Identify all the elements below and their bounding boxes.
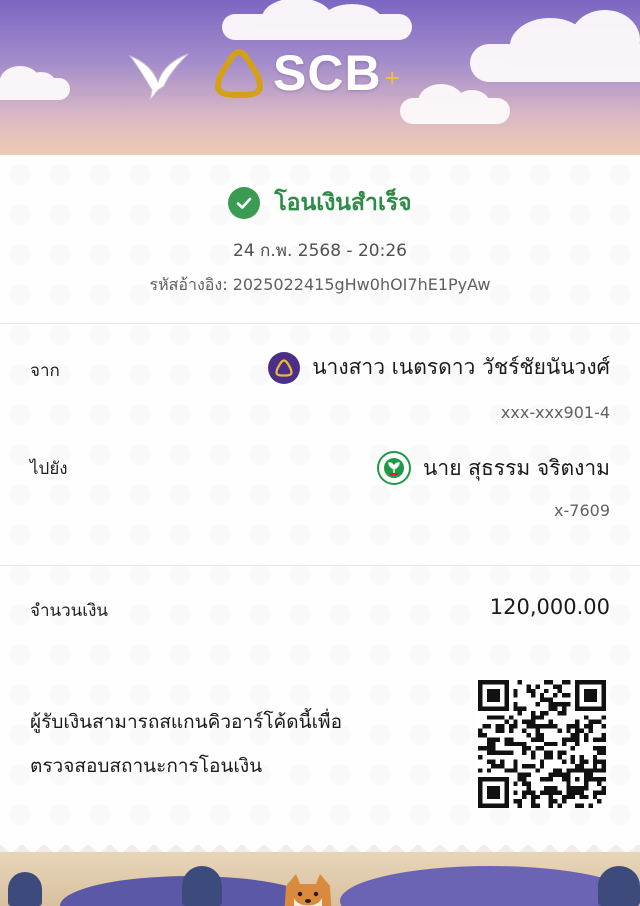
cloud [400, 84, 510, 124]
status-text: โอนเงินสำเร็จ [274, 190, 412, 216]
kbank-bank-icon [377, 451, 412, 485]
cloud [470, 10, 640, 82]
cloud [222, 0, 412, 40]
footer-illustration [0, 852, 640, 906]
sender: นางสาว เนตรดาว วัชร์ชัยนันวงศ์ [268, 351, 610, 384]
qr-note-line2: ตรวจสอบสถานะการโอนเงิน [30, 755, 263, 777]
tree [598, 866, 640, 906]
scb-logo-icon [215, 48, 263, 98]
recipient-name: นาย สุธรรม จริตงาม [423, 455, 610, 480]
transfer-slip: โอนเงินสำเร็จ 24 ก.พ. 2568 - 20:26 รหัสอ… [0, 155, 640, 845]
check-circle-icon [228, 187, 261, 219]
transaction-datetime: 24 ก.พ. 2568 - 20:26 [233, 241, 407, 261]
divider [0, 565, 640, 566]
brand-name: SCB [273, 45, 382, 101]
sender-account: xxx-xxx901-4 [500, 403, 610, 422]
status-row: โอนเงินสำเร็จ [0, 185, 640, 221]
header-banner: SCB + [0, 0, 640, 160]
to-label: ไปยัง [30, 459, 68, 479]
qr-note: ผู้รับเงินสามารถสแกนคิวอาร์โค้ดนี้เพื่อ … [30, 700, 430, 788]
qr-code[interactable] [478, 680, 606, 808]
from-label: จาก [30, 361, 60, 381]
amount-label: จำนวนเงิน [30, 601, 109, 621]
scb-bank-icon [268, 351, 301, 384]
cloud [0, 66, 70, 100]
bird-icon [128, 53, 189, 101]
scb-logo: SCB + [215, 44, 400, 102]
recipient-account: x-7609 [554, 501, 610, 520]
amount-value: 120,000.00 [489, 595, 610, 619]
tree [8, 872, 42, 906]
reference-number: รหัสอ้างอิง: 2025022415gHw0hOI7hE1PyAw [149, 275, 491, 294]
shiba-dog-illustration [284, 874, 332, 906]
qr-note-line1: ผู้รับเงินสามารถสแกนคิวอาร์โค้ดนี้เพื่อ [30, 711, 342, 733]
hill [340, 866, 640, 906]
brand-plus-mark: + [384, 62, 400, 93]
sender-name: นางสาว เนตรดาว วัชร์ชัยนันวงศ์ [312, 355, 610, 379]
divider [0, 323, 640, 324]
tree [182, 866, 222, 906]
recipient: นาย สุธรรม จริตงาม [377, 451, 610, 485]
